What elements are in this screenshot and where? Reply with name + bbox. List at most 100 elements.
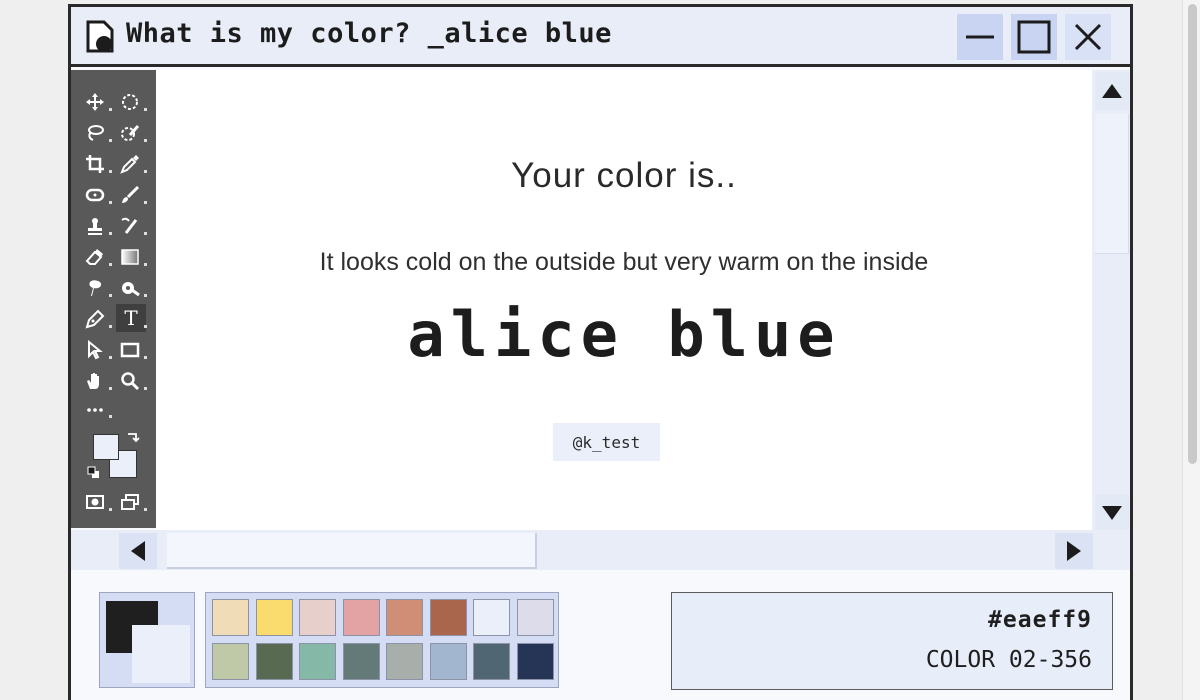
palette-swatch[interactable] xyxy=(299,643,336,680)
color-code: COLOR 02-356 xyxy=(925,647,1092,673)
stamp-tool[interactable] xyxy=(83,214,107,238)
canvas-area: Your color is.. It looks cold on the out… xyxy=(156,70,1092,530)
page-scrollbar[interactable] xyxy=(1182,0,1200,700)
eraser-tool[interactable] xyxy=(83,245,107,269)
swap-colors-icon[interactable] xyxy=(126,430,140,444)
crop-icon xyxy=(86,155,104,173)
minimize-icon xyxy=(966,35,994,39)
gradient-icon xyxy=(121,249,139,265)
healing-icon xyxy=(85,188,105,202)
hand-tool[interactable] xyxy=(83,369,107,393)
color-name: alice blue xyxy=(407,298,841,371)
window-title: What is my color? _alice blue xyxy=(126,18,612,49)
palette-swatch[interactable] xyxy=(212,599,249,636)
palette-swatch[interactable] xyxy=(299,599,336,636)
palette-swatch[interactable] xyxy=(473,643,510,680)
zoom-icon xyxy=(121,372,140,391)
vertical-scroll-thumb[interactable] xyxy=(1095,114,1129,254)
more-tools[interactable] xyxy=(83,398,107,422)
pen-icon xyxy=(85,309,105,329)
palette-swatch[interactable] xyxy=(429,643,467,680)
maximize-icon xyxy=(1017,20,1051,54)
palette-swatch[interactable] xyxy=(255,643,293,680)
brush-tool[interactable] xyxy=(118,183,142,207)
dodge-tool[interactable] xyxy=(118,276,142,300)
document-icon xyxy=(86,20,114,53)
arrow-left-icon xyxy=(131,541,145,561)
eraser-icon xyxy=(85,249,103,265)
maximize-button[interactable] xyxy=(1011,14,1057,60)
minimize-button[interactable] xyxy=(957,14,1003,60)
lasso-tool[interactable] xyxy=(83,121,107,145)
palette-swatch[interactable] xyxy=(386,643,423,680)
horizontal-scrollbar[interactable] xyxy=(71,530,1130,570)
credit-badge: @k_test xyxy=(553,423,660,461)
background-swatch[interactable] xyxy=(132,625,190,683)
quick-select-tool[interactable] xyxy=(118,121,142,145)
rectangle-tool[interactable] xyxy=(118,338,142,362)
stamp-icon xyxy=(88,218,102,235)
smudge-tool[interactable] xyxy=(83,276,107,300)
screen-mode-icon xyxy=(121,494,139,510)
current-colors[interactable] xyxy=(99,592,195,688)
quick-mask-icon xyxy=(86,495,104,509)
history-brush-tool[interactable] xyxy=(118,214,142,238)
palette-swatch[interactable] xyxy=(212,643,249,680)
path-select-icon xyxy=(88,340,103,360)
foreground-color-chip[interactable] xyxy=(93,434,119,460)
palette-swatch[interactable] xyxy=(386,599,423,636)
healing-tool[interactable] xyxy=(83,183,107,207)
smudge-icon xyxy=(89,280,102,296)
palette-swatch[interactable] xyxy=(516,643,554,680)
crop-tool[interactable] xyxy=(83,152,107,176)
zoom-tool[interactable] xyxy=(118,369,142,393)
palette-swatch[interactable] xyxy=(255,599,293,636)
type-tool[interactable]: T xyxy=(116,304,146,332)
history-brush-icon xyxy=(121,217,138,234)
palette-swatch[interactable] xyxy=(429,599,467,636)
scroll-up-button[interactable] xyxy=(1095,72,1129,110)
arrow-right-icon xyxy=(1067,541,1081,561)
quick-mask-tool[interactable] xyxy=(83,490,107,514)
color-palette xyxy=(205,592,559,688)
scroll-left-button[interactable] xyxy=(119,533,157,569)
color-description: It looks cold on the outside but very wa… xyxy=(319,248,929,276)
palette-swatch[interactable] xyxy=(473,599,510,636)
color-panel: #eaeff9 COLOR 02-356 xyxy=(71,570,1130,700)
screen-mode-tool[interactable] xyxy=(118,490,142,514)
scroll-down-button[interactable] xyxy=(1095,494,1129,532)
palette-swatch[interactable] xyxy=(342,599,380,636)
close-icon xyxy=(1074,23,1102,51)
lasso-icon xyxy=(88,125,104,141)
close-button[interactable] xyxy=(1065,14,1111,60)
color-info-box: #eaeff9 COLOR 02-356 xyxy=(671,592,1113,690)
move-tool[interactable] xyxy=(83,90,107,114)
scroll-right-button[interactable] xyxy=(1055,533,1093,569)
ellipse-select-tool[interactable] xyxy=(118,90,142,114)
title-bar: What is my color? _alice blue xyxy=(71,7,1130,67)
eyedropper-tool[interactable] xyxy=(118,152,142,176)
arrow-up-icon xyxy=(1102,84,1122,98)
more-tools-icon xyxy=(87,408,103,412)
default-colors-icon[interactable] xyxy=(87,466,101,480)
quick-select-icon xyxy=(121,125,140,141)
arrow-down-icon xyxy=(1102,506,1122,520)
paint-window: What is my color? _alice blue T Your col… xyxy=(68,4,1133,700)
eyedropper-icon xyxy=(120,155,139,174)
dodge-icon xyxy=(122,282,140,297)
palette-swatch[interactable] xyxy=(516,599,554,636)
hand-icon xyxy=(87,373,99,389)
horizontal-scroll-thumb[interactable] xyxy=(167,533,537,569)
move-icon xyxy=(86,93,104,111)
brush-icon xyxy=(122,185,140,203)
pen-tool[interactable] xyxy=(83,307,107,331)
path-select-tool[interactable] xyxy=(83,338,107,362)
toolbox: T xyxy=(71,70,156,528)
palette-swatch[interactable] xyxy=(342,643,380,680)
gradient-tool[interactable] xyxy=(118,245,142,269)
rectangle-icon xyxy=(120,342,140,358)
result-heading: Your color is.. xyxy=(511,156,737,195)
ellipse-select-icon xyxy=(122,94,138,110)
vertical-scrollbar[interactable] xyxy=(1092,70,1130,532)
page-scrollbar-thumb[interactable] xyxy=(1188,4,1197,464)
